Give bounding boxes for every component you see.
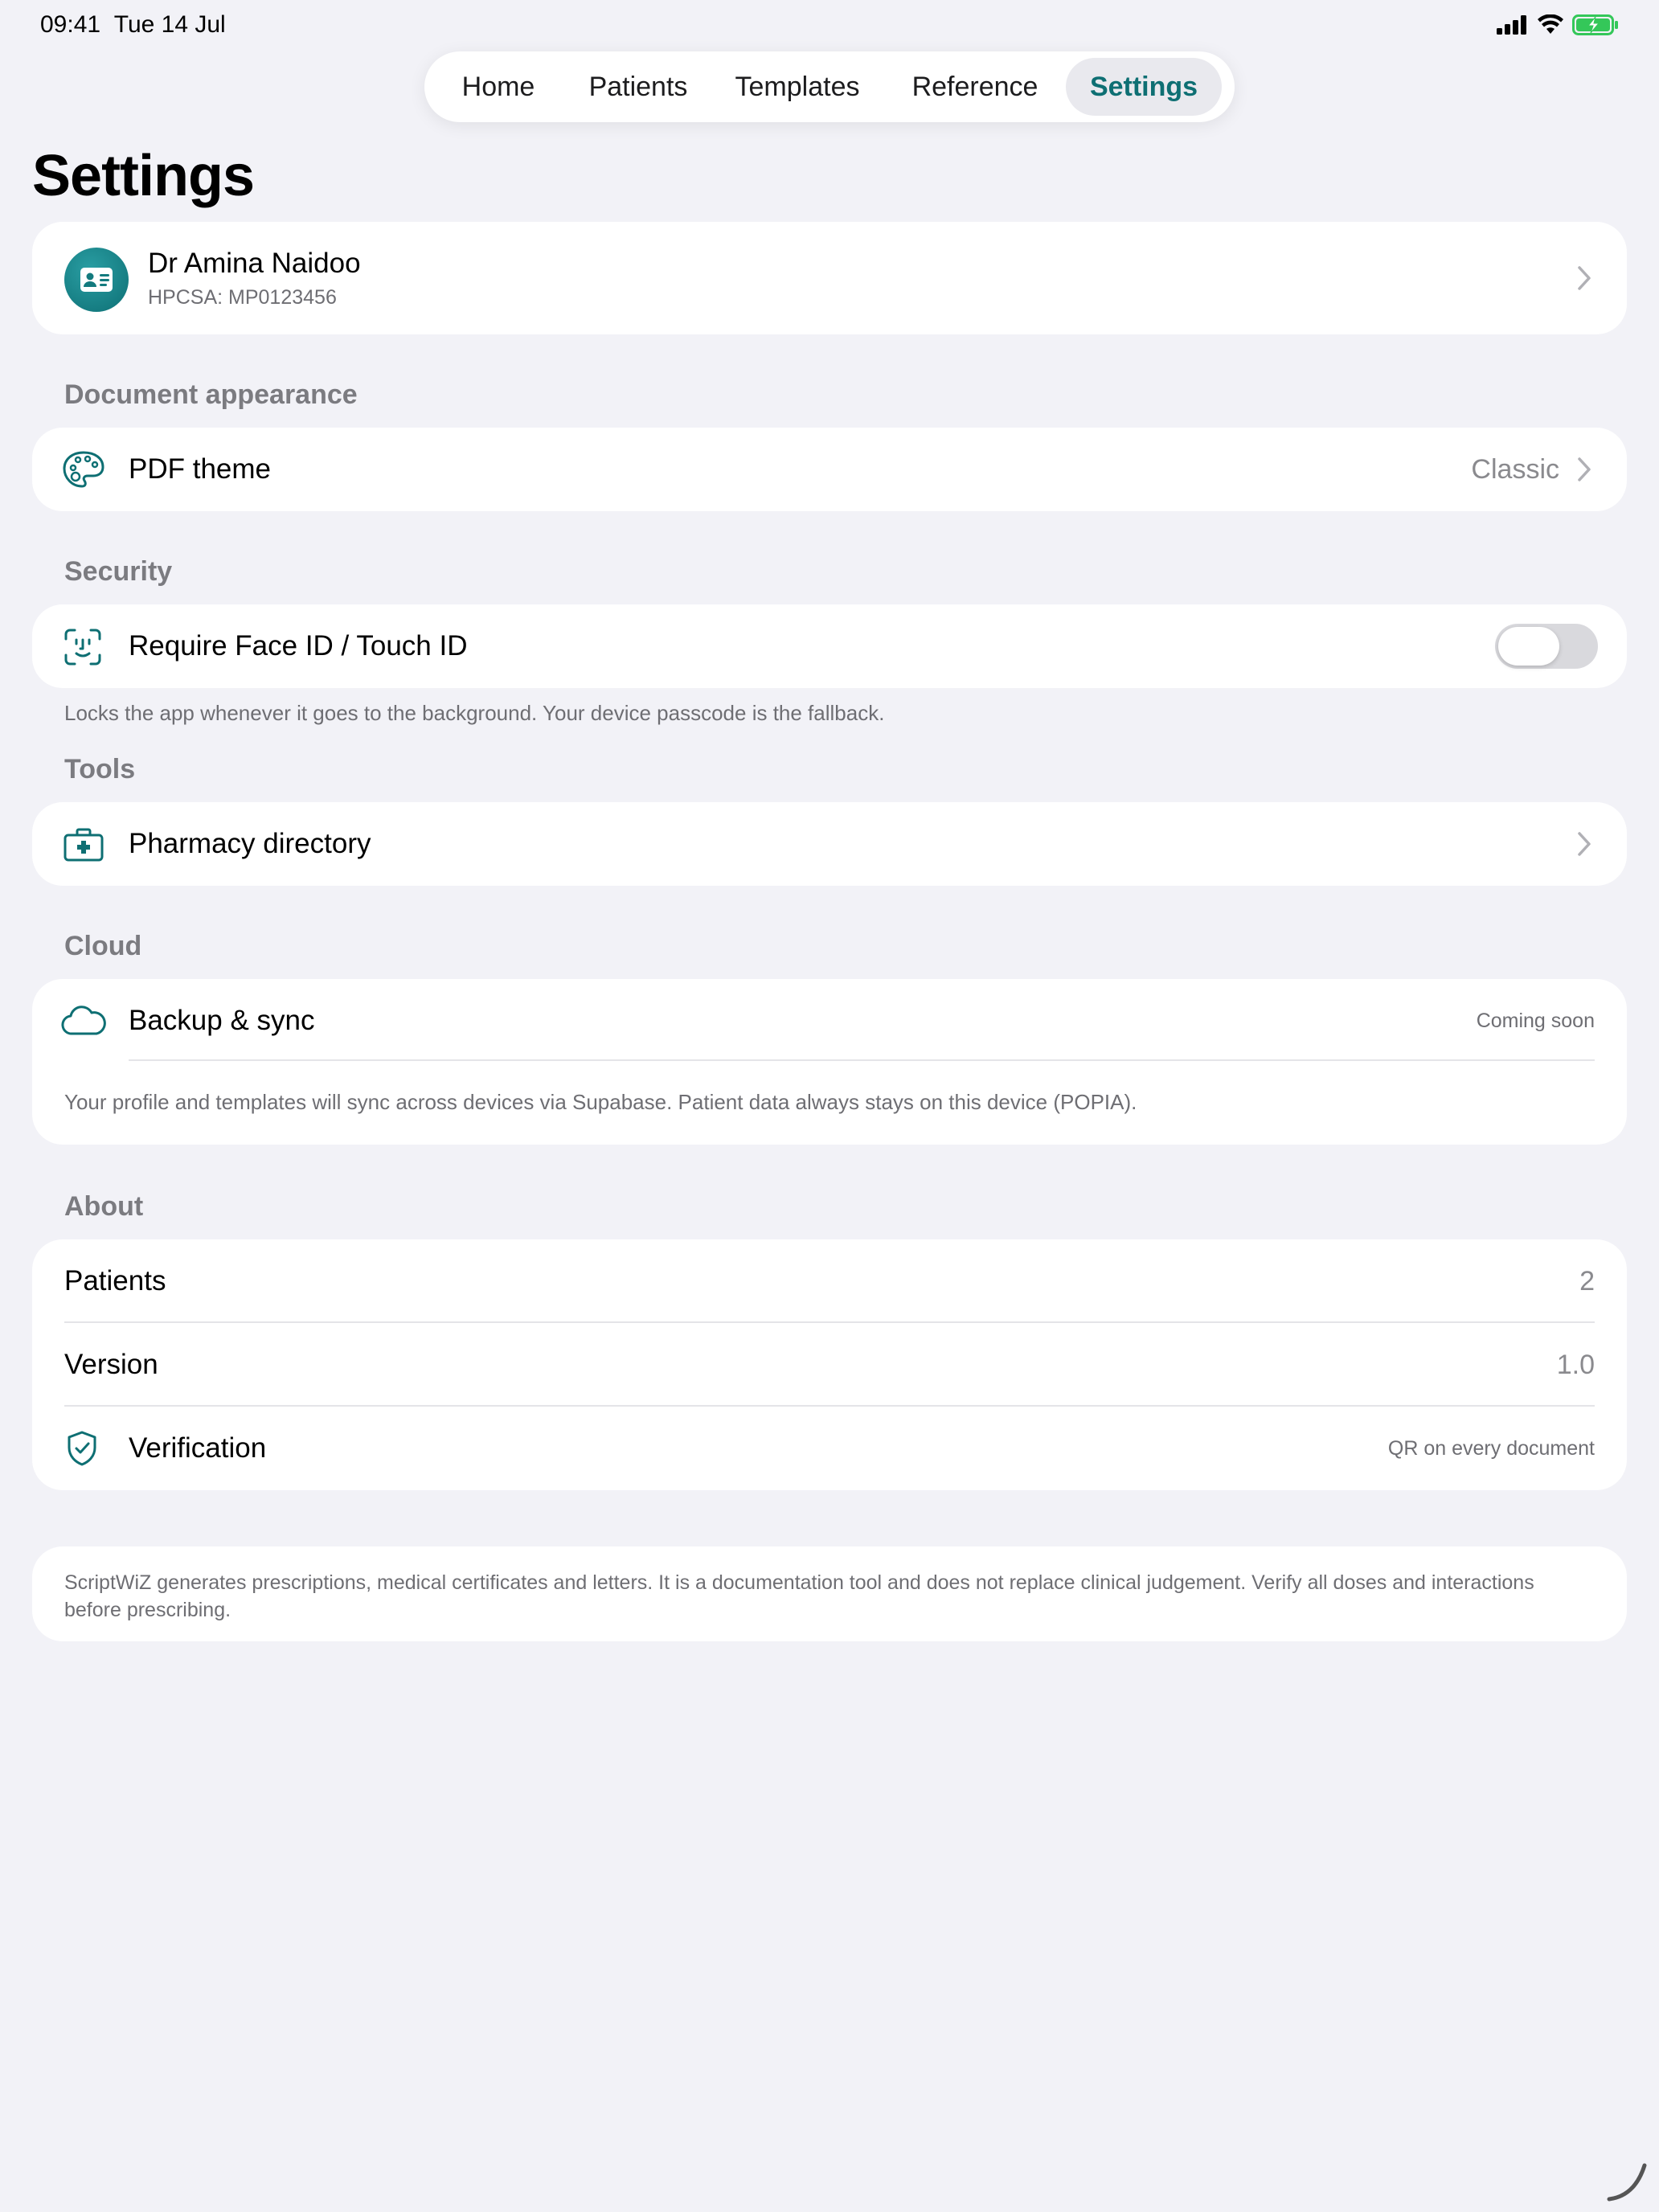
cellular-signal-icon xyxy=(1497,15,1526,35)
section-header-tools: Tools xyxy=(64,754,136,784)
pharmacy-directory-label: Pharmacy directory xyxy=(129,828,371,859)
tab-reference[interactable]: Reference xyxy=(884,58,1066,116)
palette-icon xyxy=(61,449,106,490)
face-id-icon xyxy=(63,627,103,667)
disclaimer-card: ScriptWiZ generates prescriptions, medic… xyxy=(32,1546,1627,1641)
wifi-icon xyxy=(1538,14,1563,34)
settings-screen: 09:41 Tue 14 Jul Home Patients Templates… xyxy=(0,0,1659,2212)
disclaimer-text: ScriptWiZ generates prescriptions, medic… xyxy=(64,1571,1534,1621)
status-bar-indicators xyxy=(1497,14,1619,35)
section-header-about: About xyxy=(64,1191,144,1222)
chevron-right-icon xyxy=(1578,832,1591,856)
cloud-card: Backup & sync Coming soon Your profile a… xyxy=(32,979,1627,1145)
chevron-right-icon xyxy=(1578,266,1591,290)
face-id-toggle[interactable] xyxy=(1495,624,1598,669)
top-tab-bar: Home Patients Templates Reference Settin… xyxy=(424,51,1235,122)
version-label: Version xyxy=(64,1349,158,1380)
divider xyxy=(129,1059,1595,1061)
pdf-theme-value: Classic xyxy=(1471,454,1559,485)
tab-templates[interactable]: Templates xyxy=(711,58,884,116)
profile-registration: HPCSA: MP0123456 xyxy=(148,286,337,309)
tab-patients[interactable]: Patients xyxy=(566,58,711,116)
tab-settings[interactable]: Settings xyxy=(1066,58,1222,116)
status-date: Tue 14 Jul xyxy=(113,11,226,38)
pdf-theme-label: PDF theme xyxy=(129,453,271,485)
security-footnote: Locks the app whenever it goes to the ba… xyxy=(64,701,885,725)
pharmacy-directory-row[interactable]: Pharmacy directory xyxy=(32,802,1627,886)
profile-card[interactable]: Dr Amina Naidoo HPCSA: MP0123456 xyxy=(32,222,1627,334)
divider xyxy=(64,1405,1595,1407)
medical-kit-icon xyxy=(63,826,104,863)
status-bar-time: 09:41 Tue 14 Jul xyxy=(40,11,226,39)
backup-sync-note: Your profile and templates will sync acr… xyxy=(64,1090,1137,1114)
battery-charging-icon xyxy=(1572,14,1618,35)
id-card-icon xyxy=(64,248,129,312)
patients-count-value: 2 xyxy=(1579,1266,1595,1296)
about-card: Patients 2 Version 1.0 Verification QR o… xyxy=(32,1239,1627,1490)
divider xyxy=(64,1321,1595,1323)
status-time: 09:41 xyxy=(40,11,101,38)
backup-sync-status: Coming soon xyxy=(1476,1010,1595,1032)
verification-label: Verification xyxy=(129,1432,267,1464)
cloud-icon xyxy=(61,1005,106,1037)
backup-sync-label: Backup & sync xyxy=(129,1005,315,1036)
face-id-row: Require Face ID / Touch ID xyxy=(32,604,1627,688)
chevron-right-icon xyxy=(1578,457,1591,481)
tab-home[interactable]: Home xyxy=(431,58,566,116)
verification-value: QR on every document xyxy=(1387,1437,1595,1460)
face-id-label: Require Face ID / Touch ID xyxy=(129,630,468,662)
version-value: 1.0 xyxy=(1556,1350,1595,1380)
patients-count-label: Patients xyxy=(64,1265,166,1296)
page-title: Settings xyxy=(32,144,255,208)
corner-gesture-icon xyxy=(1607,2163,1647,2202)
section-header-cloud: Cloud xyxy=(64,931,142,961)
profile-name: Dr Amina Naidoo xyxy=(148,248,361,279)
toggle-knob xyxy=(1498,627,1559,666)
pdf-theme-row[interactable]: PDF theme Classic xyxy=(32,428,1627,511)
section-header-security: Security xyxy=(64,556,173,587)
shield-check-icon xyxy=(64,1429,100,1468)
section-header-document-appearance: Document appearance xyxy=(64,379,358,410)
